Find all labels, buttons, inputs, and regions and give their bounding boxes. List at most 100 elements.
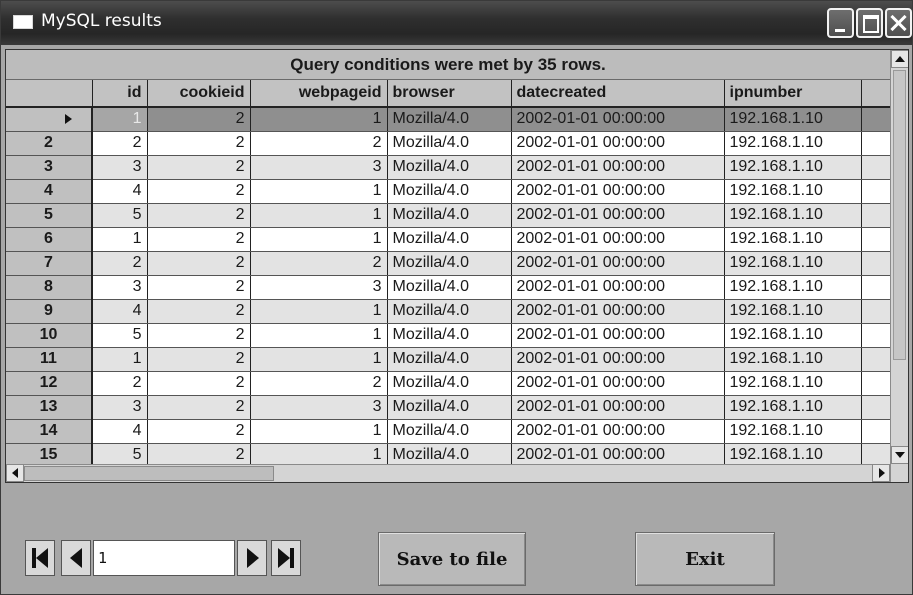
scroll-up-button[interactable] [891,50,908,68]
column-header-webpageid[interactable]: webpageid [250,80,388,108]
cell-id[interactable]: 2 [92,251,148,276]
cell-browser[interactable]: Mozilla/4.0 [387,179,512,204]
next-record-button[interactable] [237,540,267,576]
vertical-scroll-thumb[interactable] [893,70,906,360]
table-row[interactable]: 11 1 2 1 Mozilla/4.0 2002-01-01 00:00:00 192.1… [6,347,892,372]
cell-ipnumber[interactable]: 192.168.1.10 [724,347,862,372]
cell-browser[interactable]: Mozilla/4.0 [387,131,512,156]
cell-cookieid[interactable]: 2 [147,347,251,372]
cell-id[interactable]: 4 [92,299,148,324]
cell-browser[interactable]: Mozilla/4.0 [387,155,512,180]
exit-button[interactable]: Exit [635,532,775,586]
cell-ipnumber[interactable]: 192.168.1.10 [724,395,862,420]
last-record-button[interactable] [271,540,301,576]
row-header[interactable]: 13 [6,395,93,420]
column-header-ipnumber[interactable]: ipnumber [724,80,862,108]
cell-id[interactable]: 1 [92,227,148,252]
cell-datecreated[interactable]: 2002-01-01 00:00:00 [511,371,725,396]
cell-webpageid[interactable]: 1 [250,203,388,228]
scroll-left-button[interactable] [6,464,24,482]
cell-ipnumber[interactable]: 192.168.1.10 [724,107,862,132]
cell-browser[interactable]: Mozilla/4.0 [387,347,512,372]
row-header[interactable]: 11 [6,347,93,372]
title-bar[interactable]: MySQL results [1,1,912,45]
cell-cookieid[interactable]: 2 [147,155,251,180]
cell-id[interactable]: 4 [92,179,148,204]
vertical-scrollbar[interactable] [890,50,908,482]
record-position-input[interactable] [93,540,235,576]
cell-webpageid[interactable]: 1 [250,227,388,252]
cell-cookieid[interactable]: 2 [147,203,251,228]
cell-webpageid[interactable]: 1 [250,107,388,132]
cell-cookieid[interactable]: 2 [147,251,251,276]
cell-ipnumber[interactable]: 192.168.1.10 [724,131,862,156]
cell-id[interactable]: 3 [92,155,148,180]
cell-id[interactable]: 2 [92,131,148,156]
table-row[interactable]: 5 5 2 1 Mozilla/4.0 2002-01-01 00:00:00 192.16… [6,203,892,228]
row-header[interactable]: 4 [6,179,93,204]
cell-webpageid[interactable]: 2 [250,131,388,156]
cell-cookieid[interactable]: 2 [147,323,251,348]
column-header-cookieid[interactable]: cookieid [147,80,251,108]
cell-datecreated[interactable]: 2002-01-01 00:00:00 [511,395,725,420]
row-header[interactable] [6,107,93,132]
minimize-icon[interactable] [827,8,854,38]
table-row[interactable]: 14 4 2 1 Mozilla/4.0 2002-01-01 00:00:00 192.1… [6,419,892,444]
cell-id[interactable]: 1 [92,107,148,132]
cell-ipnumber[interactable]: 192.168.1.10 [724,155,862,180]
cell-webpageid[interactable]: 3 [250,155,388,180]
cell-webpageid[interactable]: 3 [250,275,388,300]
cell-cookieid[interactable]: 2 [147,419,251,444]
column-header-browser[interactable]: browser [387,80,512,108]
cell-datecreated[interactable]: 2002-01-01 00:00:00 [511,323,725,348]
row-header[interactable]: 7 [6,251,93,276]
cell-datecreated[interactable]: 2002-01-01 00:00:00 [511,107,725,132]
cell-browser[interactable]: Mozilla/4.0 [387,395,512,420]
column-header-id[interactable]: id [92,80,148,108]
row-header[interactable]: 6 [6,227,93,252]
row-header[interactable]: 2 [6,131,93,156]
row-header[interactable]: 5 [6,203,93,228]
cell-ipnumber[interactable]: 192.168.1.10 [724,299,862,324]
cell-ipnumber[interactable]: 192.168.1.10 [724,275,862,300]
cell-cookieid[interactable]: 2 [147,395,251,420]
save-to-file-button[interactable]: Save to file [378,532,526,586]
table-row[interactable]: 12 2 2 2 Mozilla/4.0 2002-01-01 00:00:00 192.1… [6,371,892,396]
cell-datecreated[interactable]: 2002-01-01 00:00:00 [511,155,725,180]
table-row[interactable]: 4 4 2 1 Mozilla/4.0 2002-01-01 00:00:00 192.16… [6,179,892,204]
cell-webpageid[interactable]: 3 [250,395,388,420]
cell-datecreated[interactable]: 2002-01-01 00:00:00 [511,203,725,228]
table-row[interactable]: 8 3 2 3 Mozilla/4.0 2002-01-01 00:00:00 192.16… [6,275,892,300]
table-row[interactable]: 9 4 2 1 Mozilla/4.0 2002-01-01 00:00:00 192.16… [6,299,892,324]
cell-browser[interactable]: Mozilla/4.0 [387,323,512,348]
cell-webpageid[interactable]: 1 [250,347,388,372]
table-row[interactable]: 10 5 2 1 Mozilla/4.0 2002-01-01 00:00:00 192.1… [6,323,892,348]
cell-browser[interactable]: Mozilla/4.0 [387,299,512,324]
cell-cookieid[interactable]: 2 [147,107,251,132]
cell-datecreated[interactable]: 2002-01-01 00:00:00 [511,251,725,276]
prev-record-button[interactable] [61,540,91,576]
cell-datecreated[interactable]: 2002-01-01 00:00:00 [511,179,725,204]
column-header-datecreated[interactable]: datecreated [511,80,725,108]
cell-id[interactable]: 1 [92,347,148,372]
cell-browser[interactable]: Mozilla/4.0 [387,203,512,228]
cell-ipnumber[interactable]: 192.168.1.10 [724,323,862,348]
cell-datecreated[interactable]: 2002-01-01 00:00:00 [511,419,725,444]
cell-id[interactable]: 2 [92,371,148,396]
scroll-down-button[interactable] [891,446,908,464]
first-record-button[interactable] [25,540,55,576]
maximize-icon[interactable] [856,8,883,38]
cell-webpageid[interactable]: 1 [250,323,388,348]
cell-cookieid[interactable]: 2 [147,227,251,252]
cell-browser[interactable]: Mozilla/4.0 [387,275,512,300]
cell-ipnumber[interactable]: 192.168.1.10 [724,203,862,228]
cell-id[interactable]: 5 [92,203,148,228]
cell-webpageid[interactable]: 2 [250,371,388,396]
cell-datecreated[interactable]: 2002-01-01 00:00:00 [511,131,725,156]
cell-browser[interactable]: Mozilla/4.0 [387,419,512,444]
cell-webpageid[interactable]: 2 [250,251,388,276]
horizontal-scrollbar[interactable] [6,464,890,482]
cell-cookieid[interactable]: 2 [147,299,251,324]
cell-id[interactable]: 3 [92,275,148,300]
table-row[interactable]: 7 2 2 2 Mozilla/4.0 2002-01-01 00:00:00 192.16… [6,251,892,276]
